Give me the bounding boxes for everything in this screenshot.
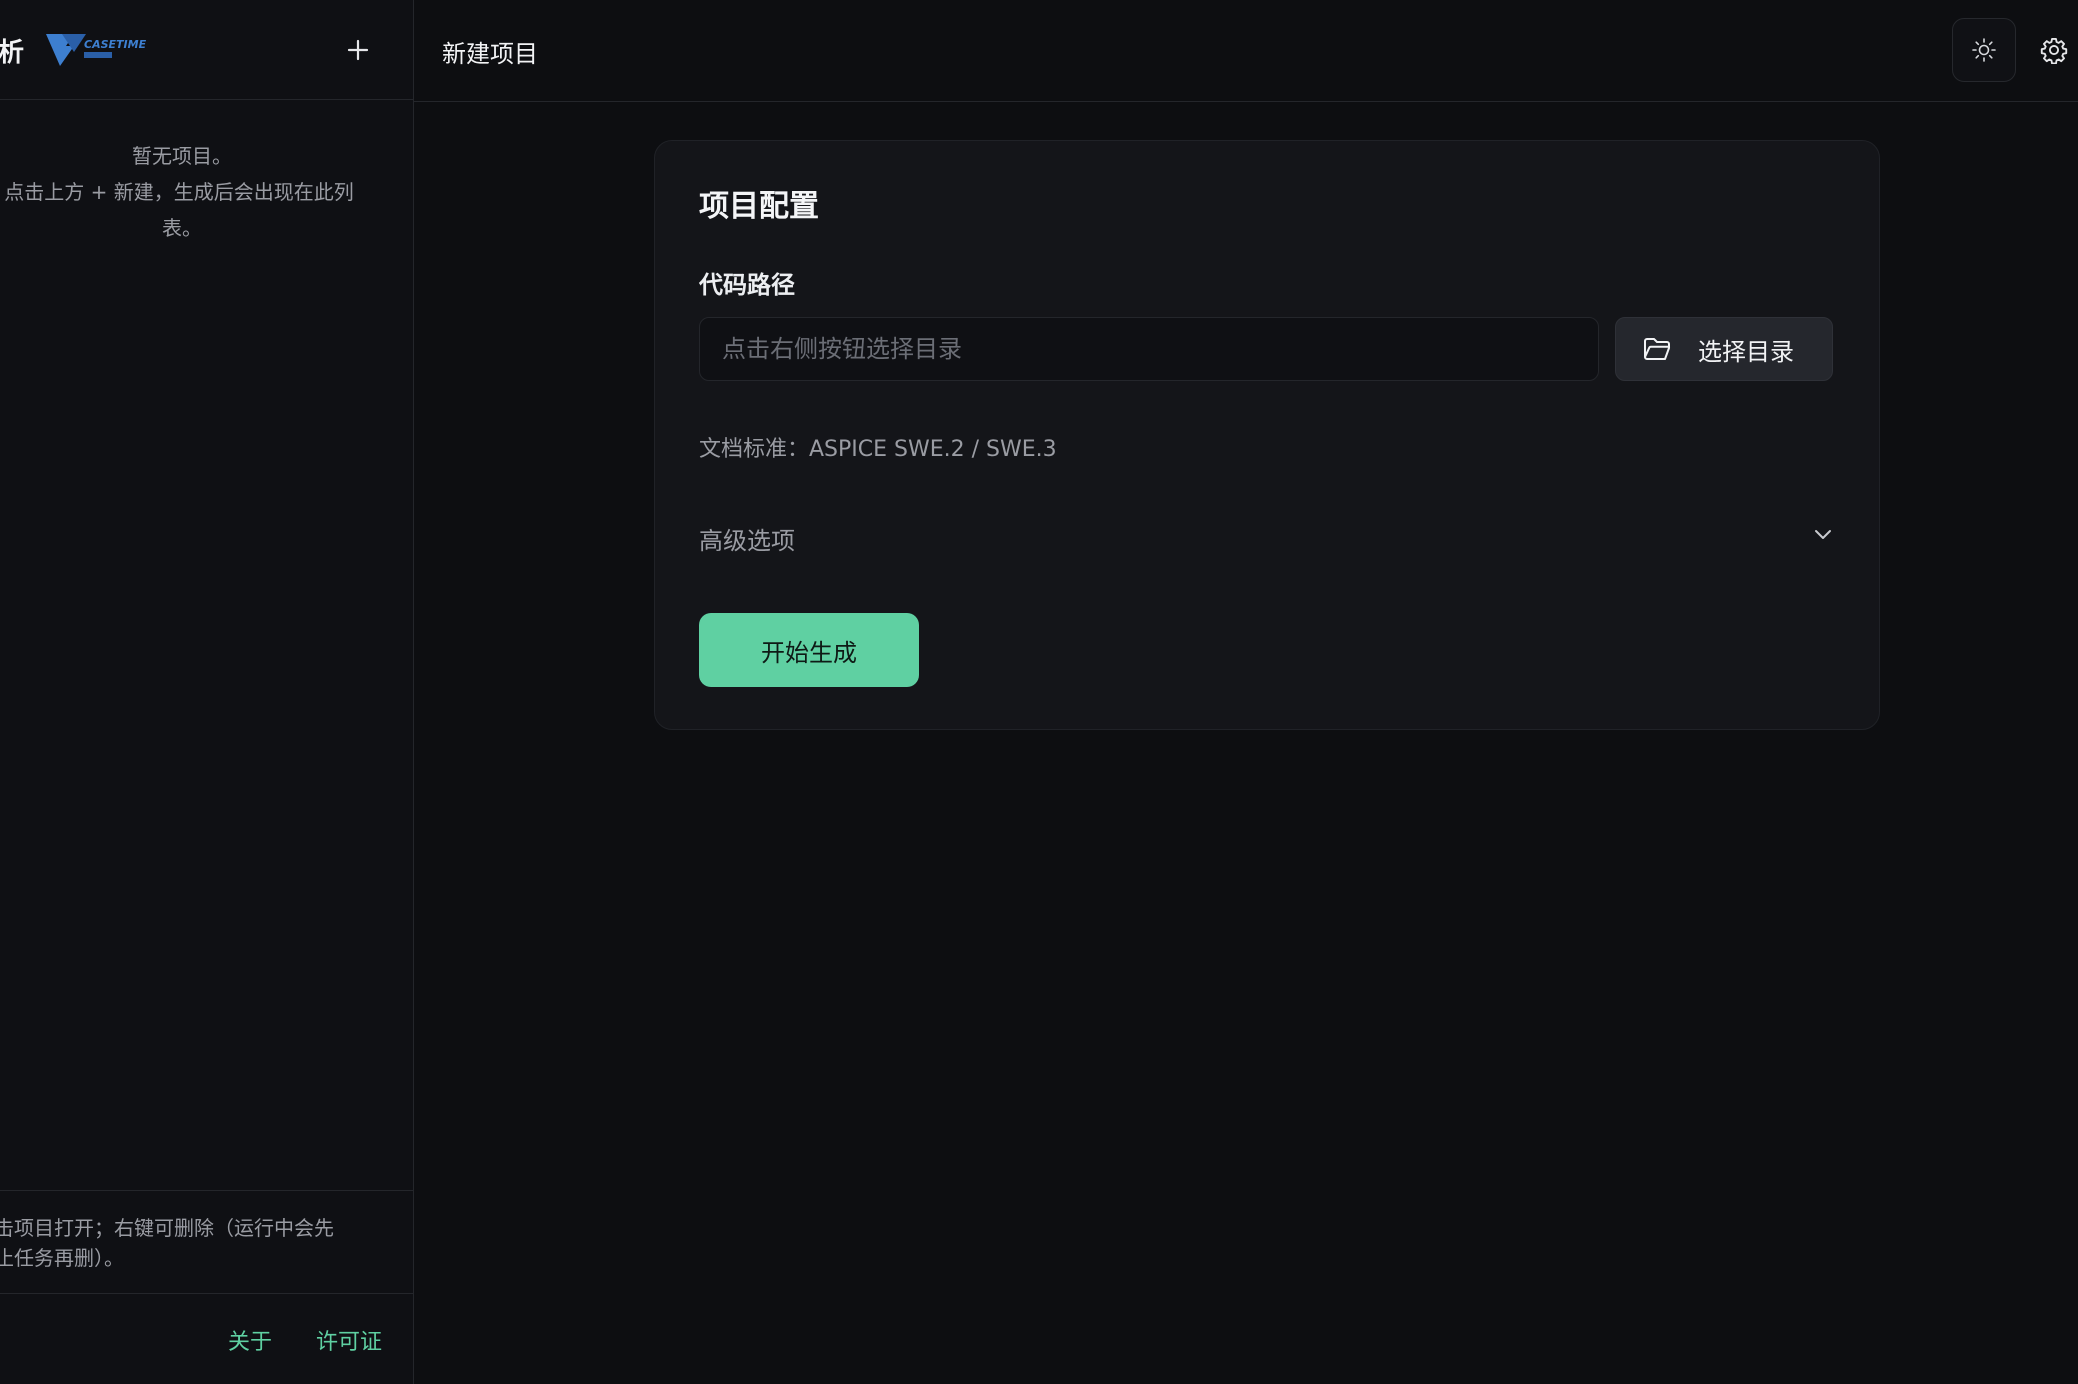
sidebar-footer: 关于 许可证 [0,1294,414,1384]
gear-icon [2040,37,2068,64]
brand-logo: CASETIME [46,34,147,66]
empty-state-line: 表。 [162,216,202,240]
advanced-options-label: 高级选项 [699,527,795,555]
page-title: 新建项目 [442,40,538,68]
plus-icon [347,39,369,61]
folder-icon [1644,338,1671,360]
choose-directory-label: 选择目录 [1698,337,1794,366]
new-project-button[interactable] [340,30,376,70]
about-link[interactable]: 关于 [228,1324,272,1356]
advanced-options-toggle[interactable]: 高级选项 [699,501,1833,561]
sidebar-hint: 击项目打开；右键可删除（运行中会先 止任务再删）。 [0,1190,414,1294]
choose-directory-button[interactable]: 选择目录 [1615,317,1833,381]
empty-state-line: 暂无项目。 [132,144,232,168]
sidebar: 析 CASETIME 暂无项目。 点击上方 + 新建，生成后会出现在此列 表。 … [0,0,414,1384]
project-config-card: 项目配置 代码路径 选择目录 文档标准：ASPICE SWE.2 / SWE.3… [654,140,1880,730]
code-path-label: 代码路径 [699,271,795,299]
hint-line: 止任务再删）。 [0,1246,124,1270]
doc-standard-text: 文档标准：ASPICE SWE.2 / SWE.3 [699,437,1057,462]
settings-button[interactable] [2034,30,2074,70]
hint-line: 击项目打开；右键可删除（运行中会先 [0,1216,334,1240]
sun-icon [1972,38,1996,62]
svg-text:CASETIME: CASETIME [84,38,147,51]
license-link[interactable]: 许可证 [316,1324,382,1356]
theme-toggle-button[interactable] [1952,18,2016,82]
code-path-input[interactable] [699,317,1599,381]
topbar: 新建项目 [414,0,2078,102]
sidebar-header: 析 CASETIME [0,0,414,100]
brand-text: 析 [0,38,25,68]
app-window: 析 CASETIME 暂无项目。 点击上方 + 新建，生成后会出现在此列 表。 … [0,0,2078,1384]
card-title: 项目配置 [699,189,819,224]
start-generate-button[interactable]: 开始生成 [699,613,919,687]
chevron-down-icon [1815,530,1831,539]
empty-projects-message: 暂无项目。 点击上方 + 新建，生成后会出现在此列 表。 [0,138,364,246]
empty-state-line: 点击上方 + 新建，生成后会出现在此列 [4,180,354,204]
